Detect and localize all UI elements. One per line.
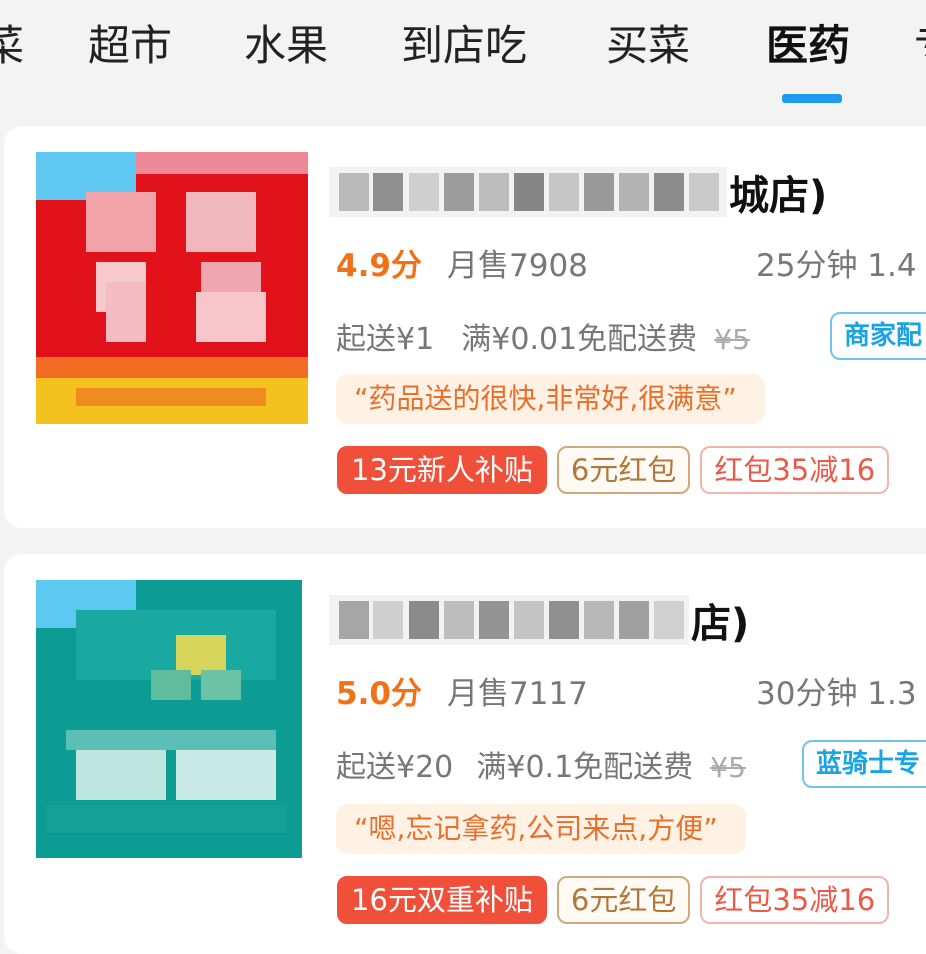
blurred-name-placeholder <box>329 595 689 645</box>
original-delivery-fee: ¥5 <box>714 323 750 356</box>
delivery-time-distance: 30分钟 1.3 <box>756 676 917 712</box>
coupon-discount[interactable]: 红包35减16 <box>700 876 890 924</box>
store-logo <box>36 152 308 424</box>
active-tab-indicator <box>782 94 842 103</box>
store-name[interactable]: 店) <box>329 588 749 652</box>
coupon-list: 13元新人补贴 6元红包 红包35减16 <box>337 446 890 494</box>
user-review: “嗯,忘记拿药,公司来点,方便” <box>336 804 746 854</box>
user-review: “药品送的很快,非常好,很满意” <box>336 374 765 424</box>
coupon-new-user[interactable]: 13元新人补贴 <box>337 446 547 494</box>
store-name-suffix: 店) <box>691 601 750 647</box>
blurred-name-placeholder <box>329 167 727 217</box>
store-logo <box>36 580 302 858</box>
tab-partial-right[interactable]: 专 <box>914 18 926 74</box>
store-name-suffix: 城店) <box>729 173 828 219</box>
store-card[interactable]: 店) 5.0分 月售7117 30分钟 1.3 起送¥20 满¥0.1免配送费 … <box>4 554 926 954</box>
tab-supermarket[interactable]: 超市 <box>88 18 172 74</box>
store-name[interactable]: 城店) <box>329 160 827 224</box>
min-order: 起送¥1 <box>336 322 435 357</box>
free-delivery-condition: 满¥0.1免配送费 <box>476 750 694 785</box>
monthly-sales: 月售7908 <box>447 248 588 284</box>
coupon-double-subsidy[interactable]: 16元双重补贴 <box>337 876 547 924</box>
free-delivery-condition: 满¥0.01免配送费 <box>461 322 698 357</box>
tab-medicine[interactable]: 医药 <box>766 18 850 74</box>
coupon-red-packet[interactable]: 6元红包 <box>556 876 691 924</box>
coupon-discount[interactable]: 红包35减16 <box>700 446 890 494</box>
delivery-type-badge: 蓝骑士专 <box>802 740 926 788</box>
delivery-fee-row: 起送¥1 满¥0.01免配送费 ¥5 <box>336 318 750 366</box>
tab-fruit[interactable]: 水果 <box>244 18 328 74</box>
store-rating: 5.0分 <box>336 676 422 712</box>
tab-groceries[interactable]: 买菜 <box>606 18 690 74</box>
delivery-fee-row: 起送¥20 满¥0.1免配送费 ¥5 <box>336 746 746 794</box>
store-card[interactable]: 城店) 4.9分 月售7908 25分钟 1.4 起送¥1 满¥0.01免配送费… <box>4 126 926 528</box>
delivery-type-badge: 商家配 <box>830 312 926 360</box>
tab-partial-left[interactable]: 菜 <box>0 18 24 74</box>
monthly-sales: 月售7117 <box>447 676 588 712</box>
store-stats: 5.0分 月售7117 <box>336 672 588 721</box>
coupon-list: 16元双重补贴 6元红包 红包35减16 <box>337 876 890 924</box>
store-stats: 4.9分 月售7908 <box>336 244 588 293</box>
min-order: 起送¥20 <box>336 750 454 785</box>
category-tab-bar: 菜 超市 水果 到店吃 买菜 医药 专 <box>0 0 926 118</box>
coupon-red-packet[interactable]: 6元红包 <box>556 446 691 494</box>
store-rating: 4.9分 <box>336 248 422 284</box>
tab-dine-in[interactable]: 到店吃 <box>401 18 527 74</box>
delivery-time-distance: 25分钟 1.4 <box>756 248 917 284</box>
original-delivery-fee: ¥5 <box>710 751 746 784</box>
